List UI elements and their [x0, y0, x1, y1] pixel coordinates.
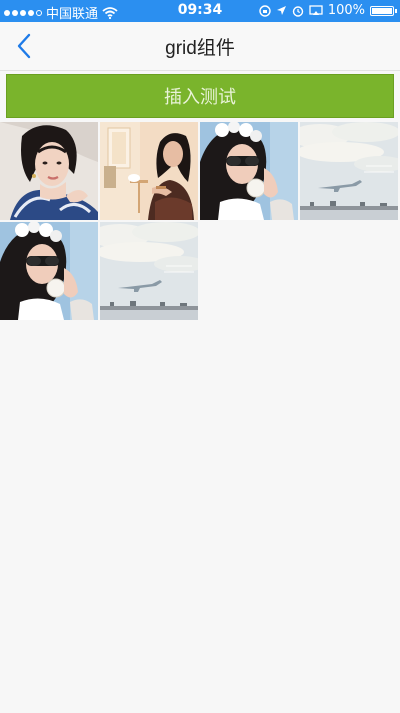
status-bar: 中国联通 09:34 100%: [0, 0, 400, 22]
battery-fill: [372, 7, 392, 14]
grid-photo-2[interactable]: [100, 122, 198, 220]
insert-test-button[interactable]: 插入测试: [6, 74, 394, 118]
screen-mirroring-icon: [309, 5, 323, 15]
navigation-bar: grid组件: [0, 22, 400, 71]
grid-photo-4[interactable]: [300, 122, 398, 220]
grid-photo-3[interactable]: [200, 122, 298, 220]
battery-percent: 100%: [327, 3, 365, 18]
photo-sunglasses-image: [0, 222, 98, 320]
status-right: 100%: [259, 3, 397, 18]
page-title: grid组件: [165, 38, 235, 59]
photo-sunglasses-image: [200, 122, 298, 220]
location-icon: [276, 6, 286, 15]
grid-photo-1[interactable]: [0, 122, 98, 220]
photo-portrait-image: [0, 122, 98, 220]
grid-photo-5[interactable]: [0, 222, 98, 320]
photo-interior-image: [100, 122, 198, 220]
photo-airplane-image: [100, 222, 198, 320]
rotation-lock-icon: [259, 4, 271, 17]
grid-photo-6[interactable]: [100, 222, 198, 320]
battery-icon: [370, 5, 397, 16]
photo-airplane-image: [300, 122, 398, 220]
alarm-icon: [292, 5, 304, 17]
